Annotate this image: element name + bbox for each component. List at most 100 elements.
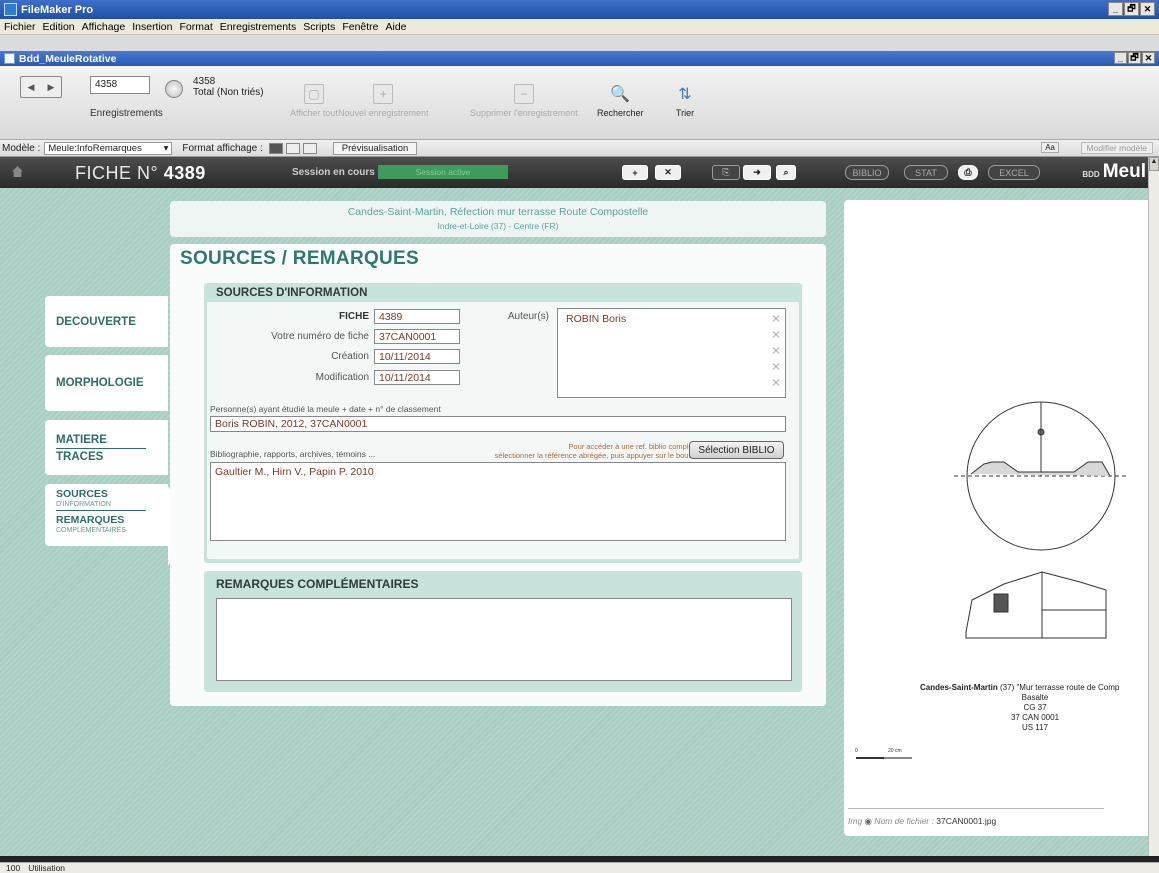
window-status-bar: 100 Utilisation [0, 862, 1159, 873]
remove-author-icon[interactable]: ✕ [771, 343, 781, 359]
votre-numero-field[interactable]: 37CAN0001 [374, 329, 460, 344]
record-number-input[interactable]: 4358 [90, 76, 150, 94]
remove-author-icon[interactable]: ✕ [771, 375, 781, 391]
delete-fiche-button[interactable]: ✕ [655, 165, 681, 180]
tab-matiere-traces[interactable]: MATIERE TRACES [45, 420, 168, 475]
remarks-field[interactable] [216, 598, 792, 681]
search-button[interactable]: 🔍 Rechercher [597, 84, 644, 118]
creation-label: Création [331, 351, 369, 362]
stat-button[interactable]: STAT [904, 165, 948, 180]
content-area: Candes-Saint-Martin, Réfection mur terra… [0, 188, 1148, 856]
file-name-line: Img ◉ Nom de fichier : 37CAN0001.jpg [848, 816, 996, 827]
list-view-button[interactable] [285, 142, 300, 154]
document-icon [4, 53, 15, 64]
restore-button[interactable]: 🗗 [1124, 2, 1139, 16]
new-record-button[interactable]: + Nouvel enregistrement [338, 84, 429, 118]
vertical-scrollbar[interactable]: ▲ [1148, 157, 1159, 856]
next-record-icon[interactable]: ▶ [48, 82, 55, 93]
doc-close-button[interactable]: ✕ [1142, 52, 1155, 64]
layout-select-value: Meule:InfoRemarques [48, 142, 142, 154]
text-format-button[interactable]: Aa [1041, 142, 1059, 153]
file-name: 37CAN0001.jpg [936, 816, 997, 826]
duplicate-fiche-button[interactable]: ⎘ [712, 165, 740, 180]
radio-icon[interactable]: ◉ [865, 816, 872, 826]
menu-fichier[interactable]: Fichier [2, 21, 41, 33]
author-remove-column: ✕ ✕ ✕ ✕ ✕ [771, 311, 781, 391]
layout-bar: Modèle : Meule:InfoRemarques ▾ Format af… [0, 140, 1159, 157]
remarks-section: REMARQUES COMPLÉMENTAIRES [204, 571, 802, 692]
sources-section-title: SOURCES D'INFORMATION [216, 287, 368, 299]
record-navigator[interactable]: ◀ ▶ [20, 76, 62, 98]
menu-insertion[interactable]: Insertion [130, 21, 177, 33]
delete-record-button[interactable]: − Supprimer l'enregistrement [470, 84, 578, 118]
tab-sources-remarques[interactable]: SOURCES D'INFORMATION REMARQUES COMPLÉME… [45, 484, 168, 546]
location-region: Indre-et-Loire (37) - Centre (FR) [437, 221, 559, 231]
scale-max: 20 cm [888, 748, 902, 754]
tab-sources-label: SOURCES [56, 488, 108, 500]
form-view-button[interactable] [268, 142, 283, 154]
personnes-field[interactable]: Boris ROBIN, 2012, 37CAN0001 [210, 416, 786, 432]
mode-select[interactable]: Utilisation [28, 863, 65, 873]
record-count-value: 4358 [193, 76, 216, 87]
brand-prefix: BDD [1082, 170, 1100, 179]
modification-field[interactable]: 10/11/2014 [374, 370, 460, 385]
biblio-button[interactable]: BIBLIO [845, 165, 889, 180]
minimize-button[interactable]: _ [1108, 2, 1123, 16]
modify-layout-button[interactable]: Modifier modèle [1080, 142, 1153, 154]
caption-rest: (37) "Mur terrasse route de Comp [997, 683, 1120, 692]
preview-button[interactable]: Prévisualisation [332, 141, 418, 155]
brand-logo: BDD Meul [1082, 161, 1146, 183]
remove-author-icon[interactable]: ✕ [771, 359, 781, 375]
tab-morphologie-label: MORPHOLOGIE [56, 377, 144, 389]
menu-affichage[interactable]: Affichage [80, 21, 131, 33]
found-set-pie-icon [165, 80, 183, 98]
show-all-label: Afficher tout [290, 108, 338, 118]
menu-scripts[interactable]: Scripts [301, 21, 340, 33]
new-fiche-button[interactable]: + [622, 165, 648, 180]
tab-divider [56, 448, 146, 449]
zoom-level[interactable]: 100 [6, 863, 20, 873]
previous-record-icon[interactable]: ◀ [28, 82, 35, 93]
caption-line: 37 CAN 0001 [1010, 713, 1060, 722]
home-icon[interactable] [12, 166, 23, 177]
tab-remarques-sublabel: COMPLÉMENTAIRES [56, 527, 126, 534]
show-all-button[interactable]: ▢ Afficher tout [290, 84, 338, 118]
close-button[interactable]: ✕ [1140, 2, 1155, 16]
layout-select[interactable]: Meule:InfoRemarques ▾ [44, 141, 173, 155]
doc-minimize-button[interactable]: _ [1114, 52, 1127, 64]
biblio-field[interactable]: Gaultier M., Hirn V., Papin P. 2010 [210, 462, 786, 541]
remove-author-icon[interactable]: ✕ [771, 327, 781, 343]
menu-format[interactable]: Format [178, 21, 218, 33]
scale-bar: 0 20 cm [855, 748, 912, 759]
menu-edition[interactable]: Edition [41, 21, 80, 33]
find-button[interactable]: ⌕ [776, 165, 796, 180]
scale-zero: 0 [855, 748, 858, 754]
menu-bar: Fichier Edition Affichage Insertion Form… [0, 19, 1159, 35]
sort-button[interactable]: ⇅ Trier [675, 84, 695, 118]
excel-button[interactable]: EXCEL [988, 165, 1040, 180]
menu-enregistrements[interactable]: Enregistrements [218, 21, 301, 33]
search-label: Rechercher [597, 108, 644, 118]
go-to-button[interactable]: ➜ [743, 165, 771, 180]
sort-icon: ⇅ [678, 86, 692, 103]
menu-fenetre[interactable]: Fenêtre [340, 21, 383, 33]
menu-aide[interactable]: Aide [384, 21, 412, 33]
scroll-up-arrow[interactable]: ▲ [1149, 157, 1159, 171]
doc-restore-button[interactable]: 🗗 [1128, 52, 1141, 64]
tab-decouverte[interactable]: DECOUVERTE [45, 296, 168, 347]
view-format-buttons [268, 142, 317, 154]
millstone-drawing [954, 401, 1128, 639]
magnifier-icon: 🔍 [610, 86, 631, 103]
caption-place: Candes-Saint-Martin [920, 683, 998, 692]
print-button[interactable]: ⎙ [958, 165, 978, 180]
creation-field[interactable]: 10/11/2014 [374, 349, 460, 364]
biblio-hint-line2: sélectionner la référence abrégée, puis … [494, 451, 701, 460]
tab-sources-sublabel: D'INFORMATION [56, 501, 111, 508]
table-view-button[interactable] [302, 142, 317, 154]
selection-biblio-button[interactable]: Sélection BIBLIO [689, 441, 784, 459]
tab-morphologie[interactable]: MORPHOLOGIE [45, 355, 168, 411]
author-field[interactable]: ROBIN Boris [566, 313, 626, 325]
remove-author-icon[interactable]: ✕ [771, 311, 781, 327]
fiche-field[interactable]: 4389 [374, 309, 460, 324]
session-status-badge: Session active [378, 165, 508, 179]
